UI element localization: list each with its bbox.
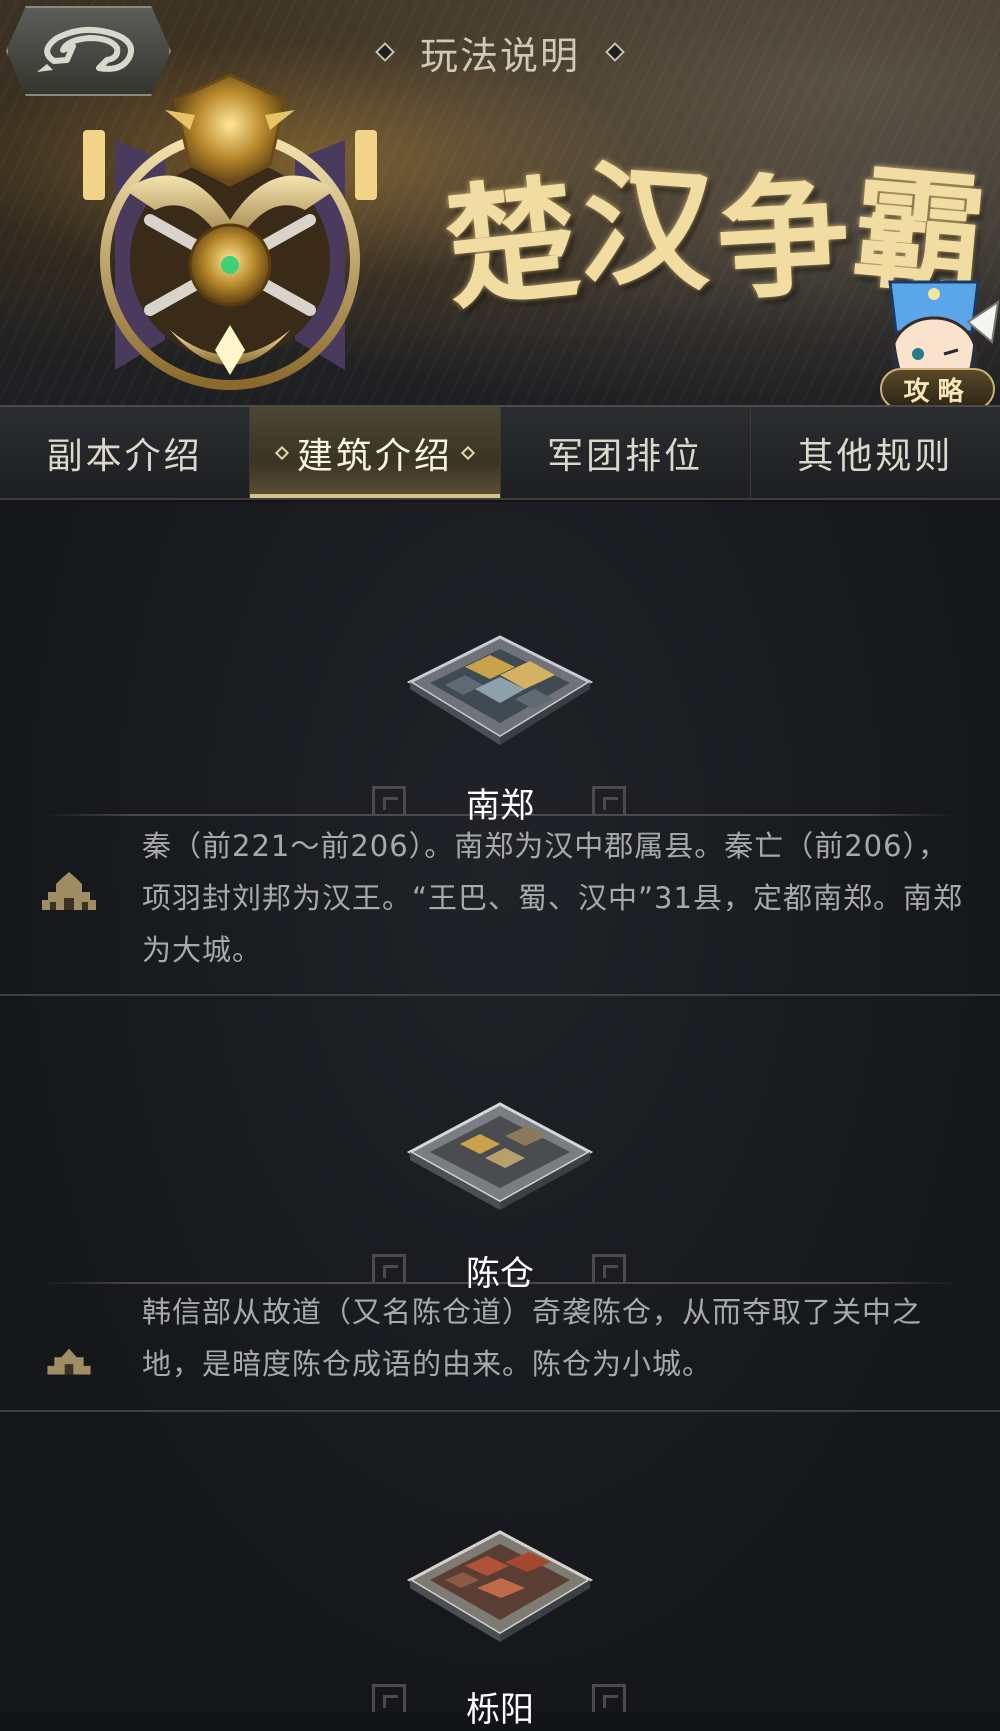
small-fortress-image-icon bbox=[406, 1102, 594, 1210]
header-banner: 玩法说明 楚 汉 争 霸 攻略 bbox=[0, 0, 1000, 405]
tab-dungeon-intro[interactable]: 副本介绍 bbox=[0, 407, 249, 498]
building-description: 韩信部从故道（又名陈仓道）奇袭陈仓，从而夺取了关中之地，是暗度陈仓成语的由来。陈… bbox=[142, 1295, 923, 1381]
building-name: 栎阳 bbox=[466, 1690, 534, 1730]
page-title: 玩法说明 bbox=[419, 33, 580, 78]
tab-label: 副本介绍 bbox=[46, 435, 203, 477]
large-fortress-image-icon bbox=[406, 635, 594, 745]
guide-button[interactable]: 攻略 bbox=[880, 368, 995, 405]
calligraphy-char-3: 争 bbox=[713, 157, 854, 320]
tab-label: 其他规则 bbox=[797, 435, 954, 477]
building-list[interactable]: 南郑 秦（前221～前206）。南郑为汉中郡属县。秦亡（前206），项羽封刘邦为… bbox=[0, 502, 1000, 1730]
golden-warlord-emblem-icon bbox=[83, 73, 377, 390]
tab-label: 军团排位 bbox=[547, 435, 704, 477]
fortress-image-icon bbox=[406, 1530, 594, 1642]
building-card: 南郑 秦（前221～前206）。南郑为汉中郡属县。秦亡（前206），项羽封刘邦为… bbox=[0, 502, 1000, 996]
building-card: 栎阳 bbox=[0, 1412, 1000, 1730]
small-city-icon bbox=[47, 1348, 91, 1375]
tab-other-rules[interactable]: 其他规则 bbox=[749, 407, 1000, 498]
title-right-diamond-icon bbox=[605, 42, 625, 62]
building-card: 陈仓 韩信部从故道（又名陈仓道）奇袭陈仓，从而夺取了关中之地，是暗度陈仓成语的由… bbox=[0, 996, 1000, 1412]
building-description: 秦（前221～前206）。南郑为汉中郡属县。秦亡（前206），项羽封刘邦为汉王。… bbox=[142, 829, 963, 967]
tab-bar: 副本介绍 建筑介绍 军团排位 其他规则 bbox=[0, 405, 1000, 500]
tab-left-diamond-icon bbox=[274, 445, 289, 460]
calligraphy-char-2: 汉 bbox=[576, 146, 719, 311]
tab-legion-ranking[interactable]: 军团排位 bbox=[499, 407, 750, 498]
large-city-icon bbox=[42, 872, 96, 910]
tab-label: 建筑介绍 bbox=[296, 435, 453, 477]
title-left-diamond-icon bbox=[375, 42, 395, 62]
calligraphy-char-1: 楚 bbox=[438, 160, 586, 329]
tab-right-diamond-icon bbox=[460, 445, 475, 460]
tab-building-intro[interactable]: 建筑介绍 bbox=[249, 407, 500, 498]
